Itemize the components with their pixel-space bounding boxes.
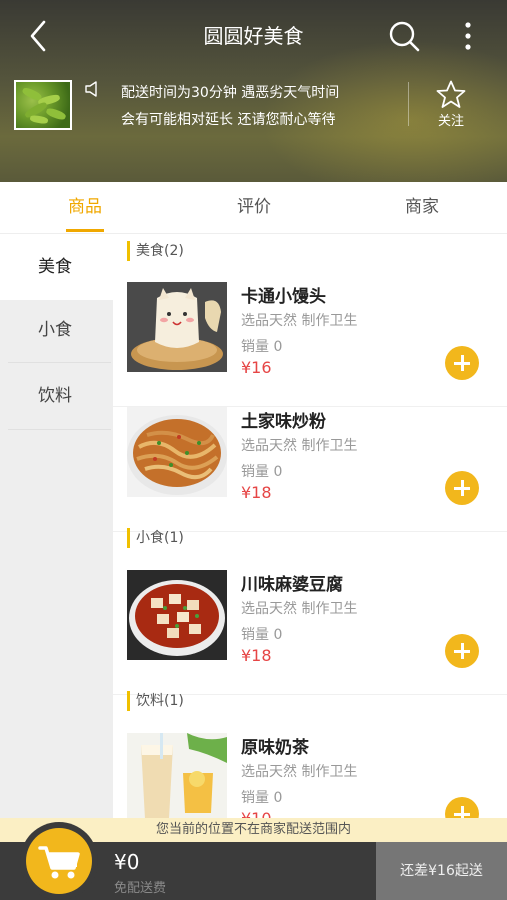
cart-button[interactable] (26, 828, 92, 894)
more-menu-button[interactable] (456, 18, 480, 54)
section-header-snacks: 小食(1) (127, 528, 184, 548)
shop-logo (14, 80, 72, 130)
section-header-drinks: 饮料(1) (127, 691, 184, 711)
product-list[interactable]: 美食(2) 卡通小馒头 选品天然 制作卫生 销量 0 ¥16 土家味炒粉 选品天… (113, 234, 507, 824)
product-image (127, 407, 227, 497)
cart-total: ¥0 (114, 850, 140, 874)
product-description: 选品天然 制作卫生 (241, 601, 358, 617)
delivery-notice: 配送时间为30分钟 遇恶劣天气时间 会有可能相对延长 还请您耐心等待 (121, 80, 401, 134)
product-price: ¥16 (241, 358, 272, 377)
sidebar-item-food[interactable]: 美食 (0, 234, 113, 300)
product-sales: 销量 0 (241, 790, 283, 806)
notice-line-1: 配送时间为30分钟 遇恶劣天气时间 (121, 85, 340, 101)
search-button[interactable] (386, 18, 422, 54)
product-item[interactable]: 卡通小馒头 选品天然 制作卫生 销量 0 ¥16 (113, 282, 507, 407)
product-item[interactable]: 土家味炒粉 选品天然 制作卫生 销量 0 ¥18 (113, 407, 507, 532)
tab-goods[interactable]: 商品 (45, 182, 125, 234)
checkout-button[interactable]: 还差¥16起送 (376, 842, 507, 900)
sidebar-item-snacks[interactable]: 小食 (0, 297, 113, 363)
active-tab-indicator (66, 229, 104, 232)
product-sales: 销量 0 (241, 339, 283, 355)
product-name: 原味奶茶 (241, 738, 309, 758)
tab-bar: 商品 评价 商家 (0, 182, 507, 234)
notice-line-2: 会有可能相对延长 还请您耐心等待 (121, 112, 336, 128)
product-sales: 销量 0 (241, 627, 283, 643)
add-to-cart-button[interactable] (445, 346, 479, 380)
product-image (127, 733, 227, 823)
more-vertical-icon (465, 22, 471, 50)
product-item[interactable]: 原味奶茶 选品天然 制作卫生 销量 0 ¥10 (113, 733, 507, 824)
product-name: 川味麻婆豆腐 (241, 575, 343, 595)
follow-button[interactable]: 关注 (426, 80, 476, 130)
tab-merchant[interactable]: 商家 (382, 182, 462, 234)
search-icon (389, 21, 420, 52)
follow-label: 关注 (437, 114, 464, 129)
sidebar-item-drinks[interactable]: 饮料 (0, 363, 113, 429)
product-image (127, 282, 227, 372)
section-header-food: 美食(2) (127, 241, 184, 261)
product-item[interactable]: 川味麻婆豆腐 选品天然 制作卫生 销量 0 ¥18 (113, 570, 507, 695)
category-sidebar: 美食 小食 饮料 (0, 234, 113, 900)
tab-reviews[interactable]: 评价 (214, 182, 294, 234)
star-outline-icon (436, 80, 466, 108)
notice-divider (408, 82, 409, 126)
speaker-icon (85, 81, 97, 97)
delivery-fee-label: 免配送费 (114, 881, 167, 896)
shop-header: 圆圆好美食 配送时间为30分钟 遇恶劣天气时间 会有可能相对延长 还请您耐心等待 (0, 0, 507, 182)
add-to-cart-button[interactable] (445, 634, 479, 668)
product-image (127, 570, 227, 660)
product-sales: 销量 0 (241, 464, 283, 480)
product-name: 卡通小馒头 (241, 287, 326, 307)
product-price: ¥18 (241, 646, 272, 665)
product-description: 选品天然 制作卫生 (241, 764, 358, 780)
add-to-cart-button[interactable] (445, 471, 479, 505)
product-price: ¥18 (241, 483, 272, 502)
product-description: 选品天然 制作卫生 (241, 438, 358, 454)
sidebar-divider (8, 429, 111, 430)
product-name: 土家味炒粉 (241, 412, 326, 432)
product-description: 选品天然 制作卫生 (241, 313, 358, 329)
shopping-cart-icon (38, 846, 80, 879)
top-bar: 圆圆好美食 (0, 0, 507, 70)
page-title: 圆圆好美食 (203, 24, 304, 48)
